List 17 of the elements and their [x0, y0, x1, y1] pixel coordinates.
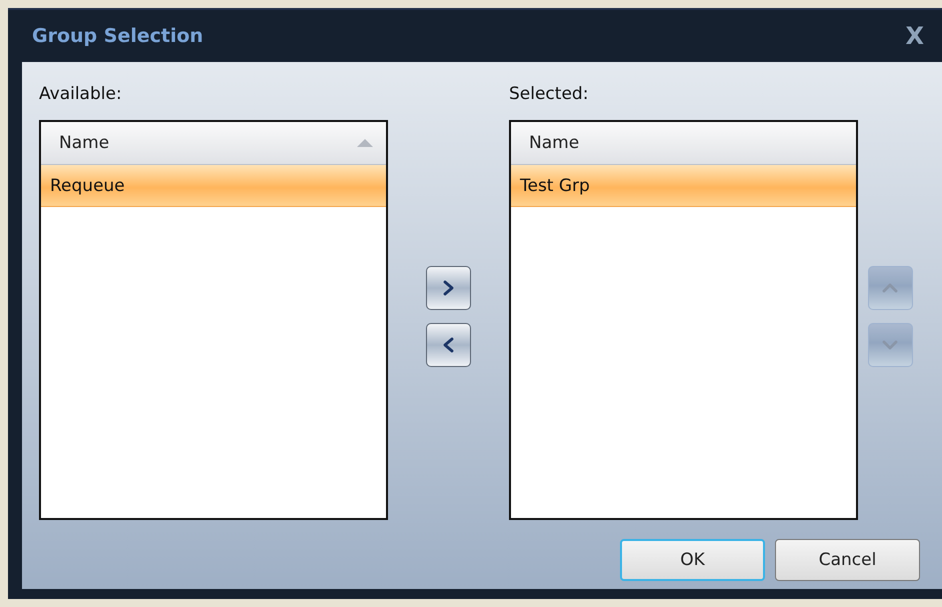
window-title: Group Selection [32, 25, 204, 47]
dialog-button[interactable]: OK [620, 539, 765, 581]
chevron-down-icon [882, 340, 898, 350]
move-right-button[interactable] [426, 266, 471, 310]
column-header[interactable]: Name [41, 122, 386, 165]
chevron-up-icon [882, 282, 898, 292]
list-row[interactable]: Requeue [41, 165, 386, 207]
sort-icon [356, 138, 374, 148]
list-row[interactable]: Test Grp [511, 165, 856, 207]
close-button[interactable]: X [905, 22, 924, 50]
chevron-right-icon [443, 280, 454, 296]
list-label: Selected: [509, 83, 590, 106]
move-left-button[interactable] [426, 322, 471, 366]
list-label: Available: [39, 83, 123, 106]
column-header[interactable]: Name [511, 122, 856, 165]
dialog-button[interactable]: Cancel [775, 539, 920, 581]
chevron-left-icon [443, 336, 454, 352]
